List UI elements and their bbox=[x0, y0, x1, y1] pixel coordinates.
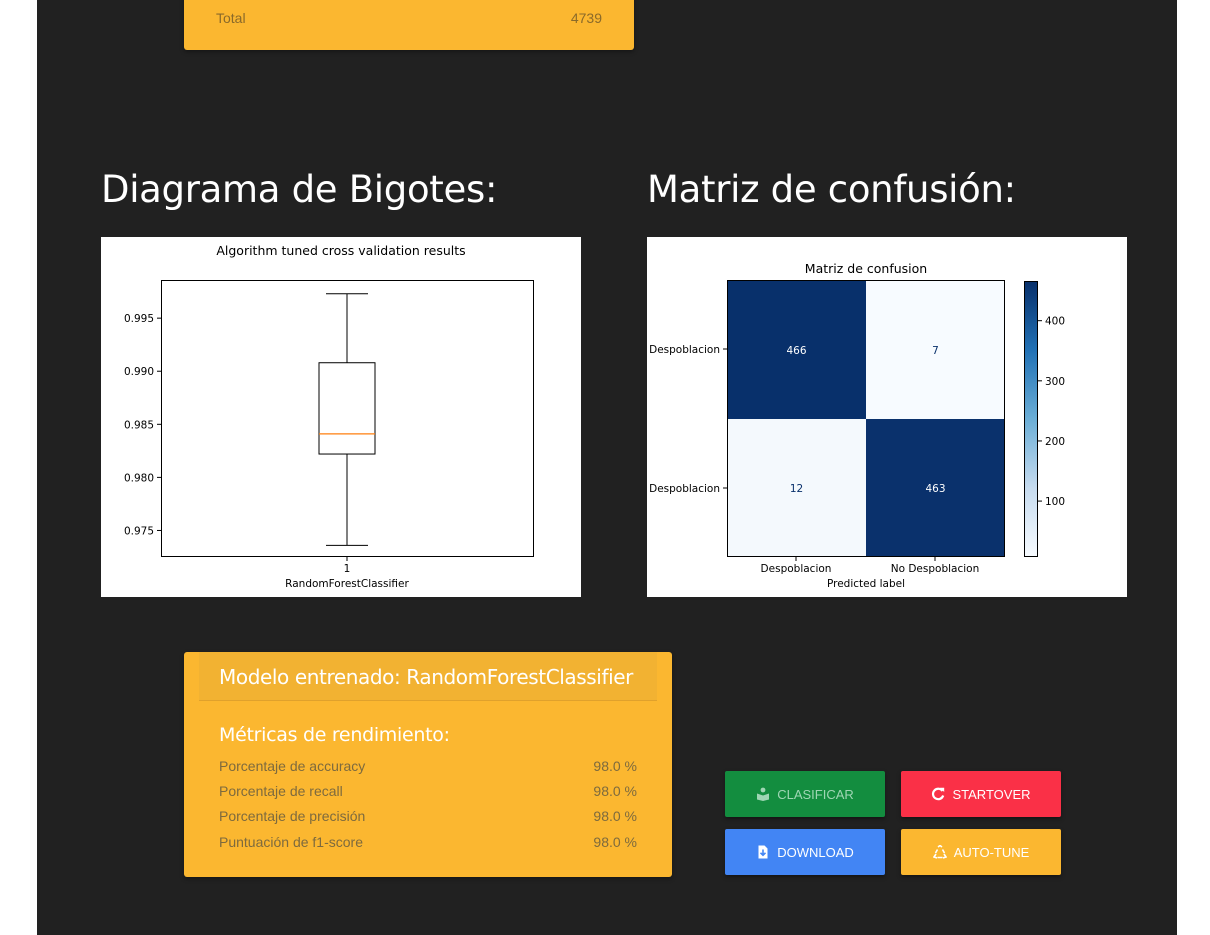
metric-value: 98.0 % bbox=[593, 834, 637, 850]
classify-button[interactable]: CLASIFICAR bbox=[725, 771, 885, 817]
boxplot-y-tick-label: 0.985 bbox=[124, 419, 154, 431]
summary-total-row: Total 4739 bbox=[216, 10, 602, 26]
boxplot-y-tick-label: 0.990 bbox=[124, 366, 154, 378]
metric-label: Porcentaje de recall bbox=[219, 783, 343, 799]
metric-row: Porcentaje de accuracy 98.0 % bbox=[219, 758, 637, 774]
colorbar bbox=[1024, 281, 1038, 557]
boxplot-x-tick-label: 1 bbox=[344, 563, 351, 575]
confusion-heading: Matriz de confusión: bbox=[647, 168, 1016, 211]
recycle-icon bbox=[932, 845, 947, 859]
app-container: Total 4739 Diagrama de Bigotes: Matriz d… bbox=[37, 0, 1177, 935]
startover-button[interactable]: STARTOVER bbox=[901, 771, 1061, 817]
autotune-button-label: AUTO-TUNE bbox=[953, 844, 1030, 860]
boxplot-marks bbox=[318, 293, 376, 546]
colorbar-tick-label: 200 bbox=[1045, 436, 1065, 448]
autotune-button[interactable]: AUTO-TUNE bbox=[901, 829, 1061, 875]
metric-label: Puntuación de f1-score bbox=[219, 834, 363, 850]
boxplot-y-tick-label: 0.995 bbox=[124, 313, 154, 325]
boxplot-heading: Diagrama de Bigotes: bbox=[101, 168, 498, 211]
boxplot-figure: Algorithm tuned cross validation results… bbox=[101, 237, 581, 597]
boxplot-y-ticks: 0.975 0.980 0.985 0.990 0.995 bbox=[124, 313, 161, 537]
confusion-title: Matriz de confusion bbox=[805, 261, 927, 276]
confusion-cell-value: 7 bbox=[932, 345, 939, 357]
metric-row: Porcentaje de recall 98.0 % bbox=[219, 783, 637, 799]
model-title: Modelo entrenado: RandomForestClassifier bbox=[219, 665, 633, 689]
confusion-cells: 466 7 12 463 bbox=[727, 281, 1005, 557]
metric-label: Porcentaje de precisión bbox=[219, 808, 366, 824]
metric-value: 98.0 % bbox=[593, 783, 637, 799]
colorbar-tick-label: 100 bbox=[1045, 496, 1065, 508]
boxplot-box bbox=[318, 362, 376, 455]
file-download-icon bbox=[758, 845, 768, 859]
summary-total-label: Total bbox=[216, 10, 246, 26]
model-card-header: Modelo entrenado: RandomForestClassifier bbox=[199, 652, 657, 701]
download-button-label: DOWNLOAD bbox=[777, 844, 854, 860]
boxplot-y-tick-label: 0.975 bbox=[124, 525, 154, 537]
metric-row: Porcentaje de precisión 98.0 % bbox=[219, 808, 637, 824]
confusion-cell-value: 463 bbox=[925, 483, 945, 495]
confusion-cell-value: 466 bbox=[786, 345, 806, 357]
model-card: Modelo entrenado: RandomForestClassifier… bbox=[184, 652, 672, 877]
boxplot-svg: Algorithm tuned cross validation results… bbox=[124, 243, 534, 590]
summary-total-value: 4739 bbox=[570, 10, 602, 26]
metric-value: 98.0 % bbox=[593, 758, 637, 774]
boxplot-title: Algorithm tuned cross validation results bbox=[216, 243, 465, 258]
confusion-y-label-0: Despoblacion bbox=[649, 344, 720, 356]
metric-value: 98.0 % bbox=[593, 808, 637, 824]
confusion-figure: Matriz de confusion 466 7 12 463 Despoblaci… bbox=[647, 237, 1127, 597]
boxplot-y-tick-label: 0.980 bbox=[124, 472, 154, 484]
confusion-y-label-1: Despoblacion bbox=[649, 483, 720, 495]
redo-icon bbox=[932, 787, 945, 801]
colorbar-ticks: 100 200 300 400 bbox=[1038, 316, 1065, 508]
classify-button-label: CLASIFICAR bbox=[777, 786, 854, 802]
metrics-title: Métricas de rendimiento: bbox=[219, 724, 450, 746]
confusion-x-label-1: No Despoblacion bbox=[891, 563, 980, 575]
metric-row: Puntuación de f1-score 98.0 % bbox=[219, 834, 637, 850]
confusion-x-label-0: Despoblacion bbox=[761, 563, 832, 575]
download-button[interactable]: DOWNLOAD bbox=[725, 829, 885, 875]
dataset-summary-card: Total 4739 bbox=[184, 0, 634, 50]
startover-button-label: STARTOVER bbox=[952, 786, 1031, 802]
confusion-svg: Matriz de confusion 466 7 12 463 Despoblaci… bbox=[649, 261, 1065, 590]
colorbar-tick-label: 400 bbox=[1045, 316, 1065, 328]
colorbar-tick-label: 300 bbox=[1045, 376, 1065, 388]
confusion-x-axis-label: Predicted label bbox=[827, 578, 905, 590]
confusion-cell-value: 12 bbox=[790, 483, 803, 495]
book-reader-icon bbox=[757, 787, 770, 801]
boxplot-x-axis-label: RandomForestClassifier bbox=[285, 578, 409, 590]
metric-label: Porcentaje de accuracy bbox=[219, 758, 366, 774]
